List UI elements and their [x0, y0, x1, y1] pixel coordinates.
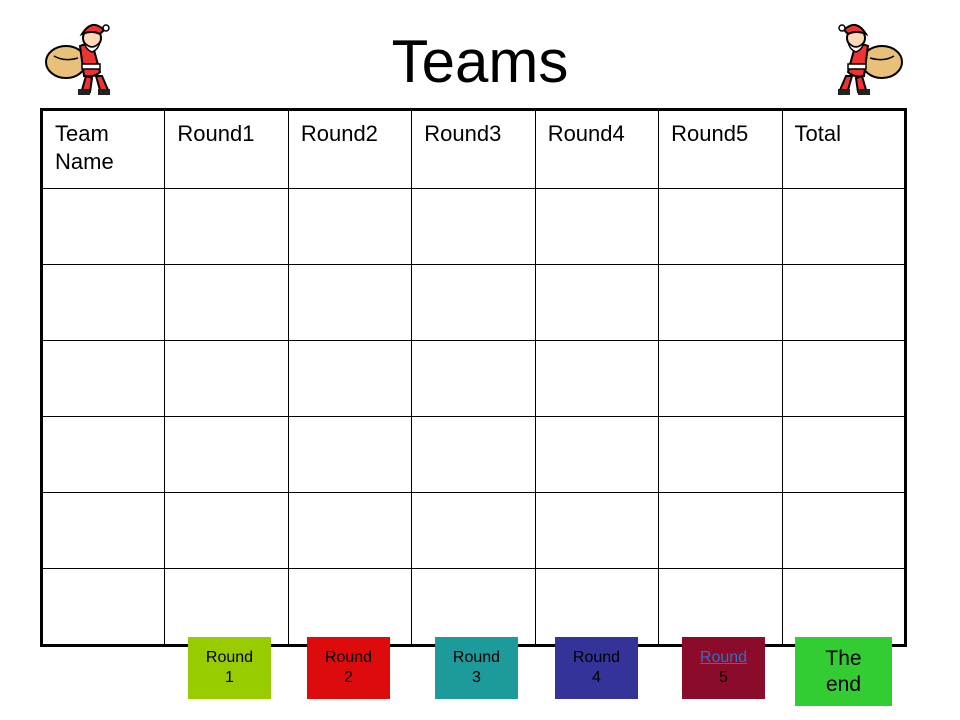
table-cell[interactable]: [534, 264, 660, 341]
table-cell[interactable]: [164, 188, 289, 265]
table-cell[interactable]: [40, 188, 166, 265]
the-end-button[interactable]: The end: [795, 637, 892, 706]
round-5-button-line2: 5: [719, 669, 728, 686]
round-4-button-line2: 4: [592, 669, 601, 686]
table-cell[interactable]: [534, 492, 660, 569]
table-cell[interactable]: [164, 568, 289, 646]
table-row: [40, 492, 907, 569]
santa-icon: [838, 23, 903, 95]
table-cell[interactable]: [411, 340, 536, 417]
table-header-row: Team Name Round1 Round2 Round3 Round4 Ro…: [40, 109, 907, 189]
table-cell[interactable]: [411, 416, 536, 493]
table-cell[interactable]: [164, 264, 289, 341]
table-cell[interactable]: [781, 264, 907, 341]
table-cell[interactable]: [534, 416, 660, 493]
round-2-button-line2: 2: [344, 669, 353, 686]
column-header-round1: Round1: [164, 109, 289, 189]
table-cell[interactable]: [658, 340, 783, 417]
page-title: Teams: [391, 28, 569, 95]
table-cell[interactable]: [287, 568, 413, 646]
round-1-button-line1: Round: [205, 649, 254, 666]
table-cell[interactable]: [534, 568, 660, 646]
round-1-button[interactable]: Round 1: [188, 637, 271, 699]
table-cell[interactable]: [781, 416, 907, 493]
round-3-button-line2: 3: [472, 669, 481, 686]
table-cell[interactable]: [287, 188, 413, 265]
round-4-button-line1: Round: [572, 649, 621, 666]
column-header-round3: Round3: [411, 109, 536, 189]
round-5-button[interactable]: Round 5: [682, 637, 765, 699]
the-end-button-line2: end: [825, 672, 862, 696]
column-header-round5: Round5: [658, 109, 783, 189]
round-1-button-line2: 1: [225, 669, 234, 686]
table-cell[interactable]: [411, 264, 536, 341]
round-3-button-line1: Round: [452, 649, 501, 666]
table-cell[interactable]: [40, 264, 166, 341]
table-cell[interactable]: [658, 264, 783, 341]
table-row: [40, 340, 907, 417]
table-cell[interactable]: [411, 568, 536, 646]
the-end-button-line1: The: [825, 646, 862, 670]
table-cell[interactable]: [781, 492, 907, 569]
round-5-link[interactable]: Round: [682, 648, 765, 668]
round-3-button[interactable]: Round 3: [435, 637, 518, 699]
table-row: [40, 568, 907, 646]
table-cell[interactable]: [164, 340, 289, 417]
table-cell[interactable]: [287, 416, 413, 493]
table-cell[interactable]: [287, 264, 413, 341]
column-header-team-name: Team Name: [40, 109, 166, 189]
round-2-button-line1: Round: [324, 649, 373, 666]
table-cell[interactable]: [658, 416, 783, 493]
table-cell[interactable]: [534, 188, 660, 265]
table-cell[interactable]: [781, 340, 907, 417]
table-cell[interactable]: [40, 492, 166, 569]
table-cell[interactable]: [287, 492, 413, 569]
table-cell[interactable]: [658, 188, 783, 265]
table-cell[interactable]: [658, 492, 783, 569]
table-row: [40, 188, 907, 265]
table-cell[interactable]: [40, 568, 166, 646]
score-table: Team Name Round1 Round2 Round3 Round4 Ro…: [40, 108, 907, 647]
table-cell[interactable]: [658, 568, 783, 646]
table-cell[interactable]: [411, 492, 536, 569]
table-cell[interactable]: [40, 340, 166, 417]
table-cell[interactable]: [40, 416, 166, 493]
table-cell[interactable]: [411, 188, 536, 265]
table-row: [40, 416, 907, 493]
table-cell[interactable]: [164, 492, 289, 569]
column-header-total: Total: [781, 109, 907, 189]
table-cell[interactable]: [534, 340, 660, 417]
round-4-button[interactable]: Round 4: [555, 637, 638, 699]
table-cell[interactable]: [781, 568, 907, 646]
table-row: [40, 264, 907, 341]
column-header-round4: Round4: [534, 109, 660, 189]
column-header-round2: Round2: [287, 109, 413, 189]
table-cell[interactable]: [287, 340, 413, 417]
table-cell[interactable]: [164, 416, 289, 493]
table-cell[interactable]: [781, 188, 907, 265]
round-2-button[interactable]: Round 2: [307, 637, 390, 699]
